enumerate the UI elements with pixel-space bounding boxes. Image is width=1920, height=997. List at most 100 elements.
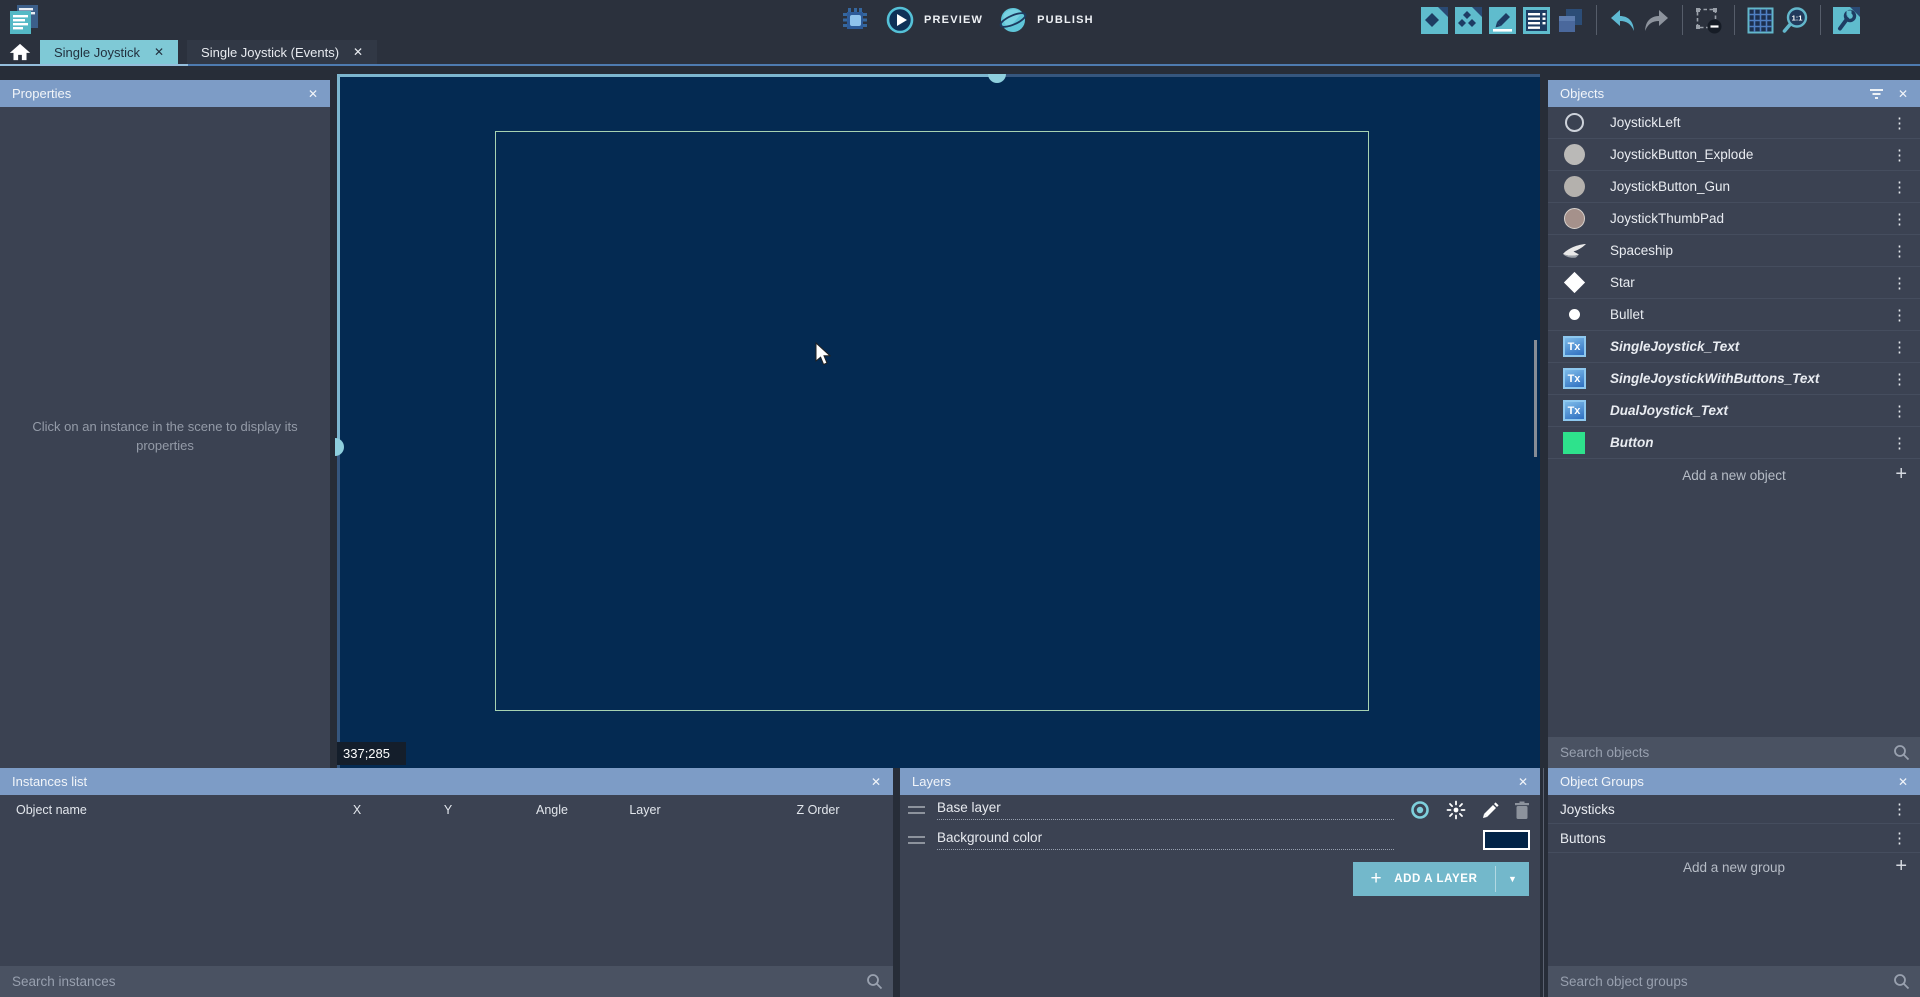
active-tab-underline	[0, 64, 188, 66]
object-menu-button[interactable]: ⋮	[1889, 306, 1910, 324]
setup-button[interactable]	[1833, 7, 1860, 34]
layer-row-base[interactable]: Base layer	[900, 795, 1540, 825]
tab-label: Single Joystick (Events)	[201, 45, 339, 60]
edit-layer-pencil-icon[interactable]	[1481, 801, 1500, 820]
object-menu-button[interactable]: ⋮	[1889, 146, 1910, 164]
star-diamond-icon	[1560, 275, 1588, 290]
layers-button[interactable]	[1557, 7, 1584, 34]
plus-icon[interactable]: +	[1895, 855, 1907, 878]
object-groups-button[interactable]	[1455, 7, 1482, 34]
grid-button[interactable]	[1747, 7, 1774, 34]
close-panel-icon[interactable]: ✕	[1898, 87, 1908, 101]
drag-handle-icon[interactable]	[908, 836, 925, 844]
publish-button[interactable]: PUBLISH	[999, 6, 1094, 34]
search-object-groups-bar	[1548, 966, 1920, 997]
object-menu-button[interactable]: ⋮	[1889, 178, 1910, 196]
debug-button[interactable]	[840, 5, 870, 35]
object-menu-button[interactable]: ⋮	[1889, 210, 1910, 228]
horizontal-scrollbar-track[interactable]	[337, 74, 997, 77]
home-tab[interactable]	[0, 40, 40, 64]
layer-effects-icon[interactable]	[1446, 800, 1466, 820]
object-menu-button[interactable]: ⋮	[1889, 402, 1910, 420]
project-manager-button[interactable]	[6, 3, 42, 37]
properties-panel: Properties ✕ Click on an instance in the…	[0, 80, 330, 768]
search-icon	[1893, 744, 1910, 761]
object-row[interactable]: Tx DualJoystick_Text ⋮	[1548, 395, 1920, 427]
background-color-swatch[interactable]	[1483, 830, 1530, 850]
group-menu-button[interactable]: ⋮	[1889, 829, 1910, 847]
group-menu-button[interactable]: ⋮	[1889, 800, 1910, 818]
object-menu-button[interactable]: ⋮	[1889, 114, 1910, 132]
object-menu-button[interactable]: ⋮	[1889, 370, 1910, 388]
tab-single-joystick[interactable]: Single Joystick ✕	[40, 40, 178, 64]
objects-panel-scrollbar-thumb[interactable]	[1534, 340, 1537, 457]
object-row[interactable]: Star ⋮	[1548, 267, 1920, 299]
object-row[interactable]: Tx SingleJoystickWithButtons_Text ⋮	[1548, 363, 1920, 395]
object-row[interactable]: JoystickButton_Gun ⋮	[1548, 171, 1920, 203]
close-tab-icon[interactable]: ✕	[154, 45, 164, 59]
group-row[interactable]: Joysticks ⋮	[1548, 795, 1920, 824]
add-object-row[interactable]: Add a new object +	[1548, 459, 1920, 491]
search-objects-input[interactable]	[1560, 745, 1893, 760]
close-panel-icon[interactable]: ✕	[1898, 775, 1908, 789]
delete-selection-button[interactable]	[1695, 7, 1722, 34]
debug-icon	[840, 5, 870, 35]
redo-button[interactable]	[1643, 8, 1670, 33]
vertical-scrollbar-track[interactable]	[337, 74, 340, 447]
scene-properties-button[interactable]	[1489, 7, 1516, 34]
close-panel-icon[interactable]: ✕	[308, 87, 318, 101]
toolbar-separator	[1820, 5, 1821, 35]
vertical-scrollbar-track[interactable]	[337, 447, 340, 768]
object-menu-button[interactable]: ⋮	[1889, 434, 1910, 452]
object-row[interactable]: JoystickThumbPad ⋮	[1548, 203, 1920, 235]
plus-icon[interactable]: +	[1895, 463, 1907, 486]
zoom-original-button[interactable]: 1:1	[1781, 7, 1808, 34]
scene-editor-canvas[interactable]: 337;285	[337, 74, 1540, 768]
layer-name-field[interactable]: Base layer	[937, 800, 1394, 820]
object-row[interactable]: Button ⋮	[1548, 427, 1920, 459]
spaceship-icon	[1560, 243, 1588, 259]
wrench-icon	[1833, 7, 1860, 34]
add-group-row[interactable]: Add a new group +	[1548, 853, 1920, 882]
search-instances-input[interactable]	[12, 974, 866, 989]
preview-button[interactable]: PREVIEW	[886, 6, 983, 34]
plus-icon: +	[1371, 868, 1383, 890]
layer-row-background-color[interactable]: Background color	[900, 825, 1540, 855]
add-layer-label: ADD A LAYER	[1394, 873, 1477, 885]
close-panel-icon[interactable]: ✕	[871, 775, 881, 789]
object-row[interactable]: JoystickButton_Explode ⋮	[1548, 139, 1920, 171]
group-row[interactable]: Buttons ⋮	[1548, 824, 1920, 853]
object-menu-button[interactable]: ⋮	[1889, 274, 1910, 292]
add-layer-dropdown[interactable]: ▼	[1496, 862, 1529, 896]
close-panel-icon[interactable]: ✕	[1518, 775, 1528, 789]
text-object-icon: Tx	[1560, 400, 1588, 421]
undo-button[interactable]	[1609, 8, 1636, 33]
object-menu-button[interactable]: ⋮	[1889, 338, 1910, 356]
visibility-eye-icon[interactable]	[1408, 801, 1432, 819]
add-layer-button[interactable]: + ADD A LAYER ▼	[1353, 862, 1529, 896]
filter-objects-icon[interactable]	[1869, 87, 1884, 100]
object-row[interactable]: JoystickLeft ⋮	[1548, 107, 1920, 139]
object-row[interactable]: Spaceship ⋮	[1548, 235, 1920, 267]
horizontal-scrollbar-thumb[interactable]	[988, 74, 1006, 83]
svg-text:1:1: 1:1	[1792, 13, 1803, 22]
horizontal-scrollbar-track[interactable]	[997, 74, 1540, 77]
layer-name-field[interactable]: Background color	[937, 830, 1394, 850]
circle-outline-icon	[1560, 113, 1588, 132]
object-groups-panel: Object Groups ✕ Joysticks ⋮ Buttons ⋮ Ad…	[1548, 768, 1920, 997]
search-object-groups-input[interactable]	[1560, 974, 1893, 989]
instances-list-panel: Instances list ✕ Object name X Y Angle L…	[0, 768, 893, 997]
top-toolbar: PREVIEW PUBLISH	[0, 0, 1920, 40]
object-menu-button[interactable]: ⋮	[1889, 242, 1910, 260]
close-tab-icon[interactable]: ✕	[353, 45, 363, 59]
instances-list-button[interactable]	[1523, 7, 1550, 34]
vertical-scrollbar-thumb[interactable]	[335, 438, 344, 456]
tab-single-joystick-events[interactable]: Single Joystick (Events) ✕	[187, 40, 377, 64]
object-groups-panel-header: Object Groups ✕	[1548, 768, 1920, 795]
object-row[interactable]: Bullet ⋮	[1548, 299, 1920, 331]
drag-handle-icon[interactable]	[908, 806, 925, 814]
delete-layer-trash-icon[interactable]	[1514, 801, 1530, 820]
object-row[interactable]: Tx SingleJoystick_Text ⋮	[1548, 331, 1920, 363]
add-object-button[interactable]	[1421, 7, 1448, 34]
add-layer-main[interactable]: + ADD A LAYER	[1353, 862, 1495, 896]
